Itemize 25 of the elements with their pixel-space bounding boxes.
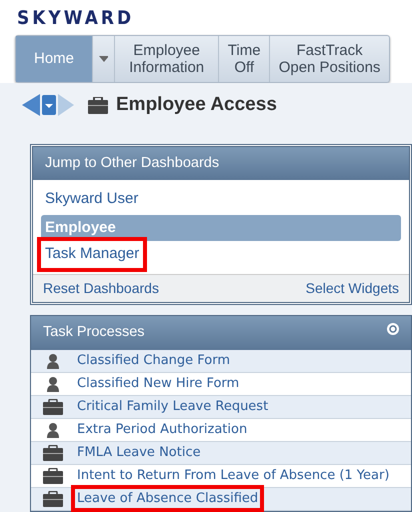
task-link[interactable]: Classified New Hire Form: [75, 374, 242, 394]
dropdown-icon[interactable]: [42, 95, 56, 116]
reset-dashboards-link[interactable]: Reset Dashboards: [43, 278, 159, 299]
briefcase-icon: [43, 490, 63, 506]
nav-tab[interactable]: FastTrack Open Positions: [269, 36, 389, 82]
refresh-icon[interactable]: [387, 322, 399, 336]
task-link[interactable]: Extra Period Authorization: [75, 420, 250, 440]
select-widgets-link[interactable]: Select Widgets: [306, 278, 399, 299]
person-icon: [46, 422, 60, 438]
panel-header: Jump to Other Dashboards: [33, 146, 409, 180]
caret-icon: [99, 56, 108, 62]
person-icon: [46, 376, 60, 392]
briefcase-icon: [43, 398, 63, 414]
page-title: Employee Access: [116, 93, 277, 117]
nav-tab[interactable]: Time Off: [218, 36, 270, 82]
dashboard-link[interactable]: Skyward User: [33, 184, 150, 215]
back-arrow-icon[interactable]: [22, 94, 40, 116]
nav-tab[interactable]: Employee Information: [114, 36, 218, 82]
task-link[interactable]: Intent to Return From Leave of Absence (1 Year): [75, 466, 392, 486]
logo: SKYWARD: [16, 6, 134, 32]
briefcase-icon: [43, 444, 63, 460]
briefcase-icon: [43, 468, 63, 484]
panel-title: Task Processes: [43, 322, 145, 342]
briefcase-icon: [88, 96, 108, 114]
person-icon: [46, 352, 60, 368]
